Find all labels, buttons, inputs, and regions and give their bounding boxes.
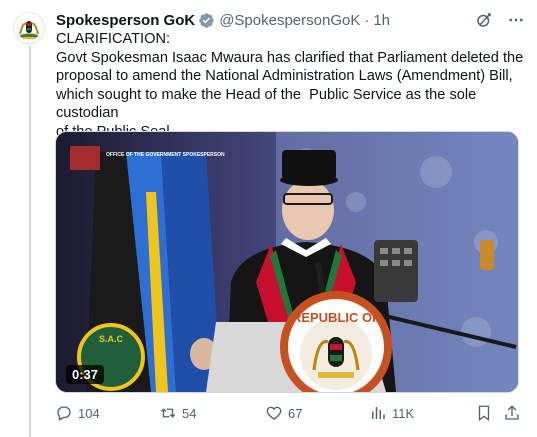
tweet-actions: 104 54 67 11K: [55, 404, 525, 424]
office-logo-icon: [70, 146, 100, 170]
tweet-text-line: Govt Spokesman Isaac Mwaura has clarifie…: [56, 49, 524, 66]
separator-dot: ·: [364, 11, 370, 29]
bookmark-button[interactable]: [475, 404, 493, 422]
views-button[interactable]: 11K: [369, 404, 414, 422]
video-overlay-caption: OFFICE OF THE GOVERNMENT SPOKESPERSON: [106, 152, 225, 158]
share-icon: [505, 405, 519, 420]
reply-icon: [57, 406, 71, 421]
video-frame: OFFICE OF THE GOVERNMENT SPOKESPERSON S.…: [56, 132, 518, 392]
like-count: 67: [288, 405, 303, 421]
kenya-coat-of-arms-icon: [19, 21, 39, 40]
views-count: 11K: [392, 405, 415, 421]
author-handle[interactable]: @SpokespersonGoK: [219, 12, 360, 29]
tweet-text-line: which sought to make the Head of the Pub…: [56, 86, 481, 122]
repost-button[interactable]: 54: [159, 404, 196, 422]
thread-line: [29, 46, 31, 437]
like-icon: [266, 406, 282, 420]
tweet-text-line: CLARIFICATION:: [56, 31, 171, 47]
views-icon: [372, 407, 385, 419]
repost-count: 54: [182, 405, 197, 421]
tweet-text-line: proposal to amend the National Administr…: [56, 68, 513, 84]
podium-text: REPUBLIC OF: [292, 310, 380, 325]
share-button[interactable]: [503, 404, 521, 422]
bookmark-icon: [478, 405, 490, 422]
reply-count: 104: [78, 405, 100, 421]
video-player[interactable]: OFFICE OF THE GOVERNMENT SPOKESPERSON S.…: [55, 131, 519, 393]
reply-button[interactable]: 104: [55, 404, 100, 422]
author-avatar[interactable]: [13, 12, 45, 44]
verified-badge-icon: [198, 12, 215, 29]
grok-icon[interactable]: [475, 11, 493, 29]
like-button[interactable]: 67: [265, 404, 302, 422]
repost-icon: [160, 408, 176, 418]
more-icon[interactable]: [507, 11, 525, 29]
author-name[interactable]: Spokesperson GoK: [56, 12, 195, 29]
svg-text:S.A.C: S.A.C: [99, 334, 124, 344]
tweet-timestamp[interactable]: 1h: [373, 12, 390, 29]
tweet-header: Spokesperson GoK @SpokespersonGoK · 1h: [56, 10, 525, 30]
video-duration-badge: 0:37: [66, 365, 105, 384]
tweet-text: CLARIFICATION: Govt Spokesman Isaac Mwau…: [56, 30, 526, 141]
